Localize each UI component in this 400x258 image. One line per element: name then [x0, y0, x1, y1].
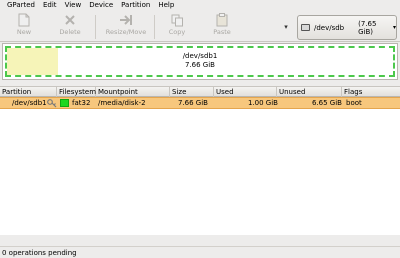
disk-icon — [301, 24, 310, 31]
toolbar-separator — [154, 15, 155, 39]
chevron-updown-icon: ▾ — [392, 24, 396, 31]
partition-map-size: 7.66 GiB — [185, 61, 215, 69]
cell-size: 7.66 GiB — [178, 99, 208, 107]
device-menu-arrow[interactable]: ▾ — [281, 15, 291, 39]
resize-move-label: Resize/Move — [105, 28, 147, 36]
device-size: (7.65 GiB) — [358, 19, 377, 36]
partition-map-label: /dev/sdb1 7.66 GiB — [7, 52, 393, 70]
cell-used: 1.00 GiB — [248, 99, 278, 107]
toolbar-separator — [95, 15, 96, 39]
cell-flags: boot — [346, 99, 362, 107]
cell-mountpoint: /media/disk-2 — [98, 99, 146, 107]
filesystem-color-swatch — [60, 99, 69, 107]
menu-help[interactable]: Help — [154, 0, 178, 11]
partition-table: Partition Filesystem Mountpoint Size Use… — [0, 86, 400, 235]
table-header: Partition Filesystem Mountpoint Size Use… — [0, 87, 400, 97]
menu-device[interactable]: Device — [85, 0, 117, 11]
device-selector[interactable]: /dev/sdb (7.65 GiB) ▾ — [297, 15, 397, 40]
new-label: New — [16, 28, 32, 36]
delete-button[interactable]: Delete — [50, 13, 90, 40]
key-icon — [47, 98, 57, 108]
delete-label: Delete — [59, 28, 81, 36]
new-button[interactable]: New — [4, 13, 44, 40]
cell-unused: 6.65 GiB — [312, 99, 342, 107]
paste-button[interactable]: Paste — [202, 13, 242, 40]
disk-map: /dev/sdb1 7.66 GiB — [2, 43, 398, 80]
column-flags[interactable]: Flags — [342, 87, 400, 97]
column-size[interactable]: Size — [170, 87, 214, 97]
column-used[interactable]: Used — [214, 87, 277, 97]
column-partition[interactable]: Partition — [0, 87, 57, 97]
paste-icon — [216, 13, 228, 27]
resize-move-icon — [119, 13, 133, 27]
table-row[interactable]: /dev/sdb1 fat32 /media/disk-2 7.66 GiB 1… — [0, 97, 400, 109]
column-filesystem[interactable]: Filesystem — [57, 87, 96, 97]
cell-partition: /dev/sdb1 — [12, 99, 47, 107]
menu-edit[interactable]: Edit — [39, 0, 61, 11]
menu-gparted[interactable]: GParted — [3, 0, 39, 11]
resize-move-button[interactable]: Resize/Move — [102, 13, 150, 40]
menu-view[interactable]: View — [61, 0, 86, 11]
chevron-down-icon: ▾ — [284, 23, 288, 31]
paste-label: Paste — [213, 28, 231, 36]
copy-icon — [171, 13, 184, 27]
new-icon — [18, 13, 30, 27]
column-unused[interactable]: Unused — [277, 87, 342, 97]
column-mountpoint[interactable]: Mountpoint — [96, 87, 170, 97]
partition-map-name: /dev/sdb1 — [182, 52, 218, 60]
menu-partition[interactable]: Partition — [117, 0, 154, 11]
cell-filesystem: fat32 — [72, 99, 91, 107]
copy-label: Copy — [168, 28, 186, 36]
status-bar: 0 operations pending — [0, 246, 400, 258]
delete-icon — [64, 13, 76, 27]
device-name: /dev/sdb — [313, 23, 345, 32]
partition-map-block[interactable]: /dev/sdb1 7.66 GiB — [5, 46, 395, 77]
menubar: GParted Edit View Device Partition Help — [0, 0, 400, 11]
copy-button[interactable]: Copy — [157, 13, 197, 40]
